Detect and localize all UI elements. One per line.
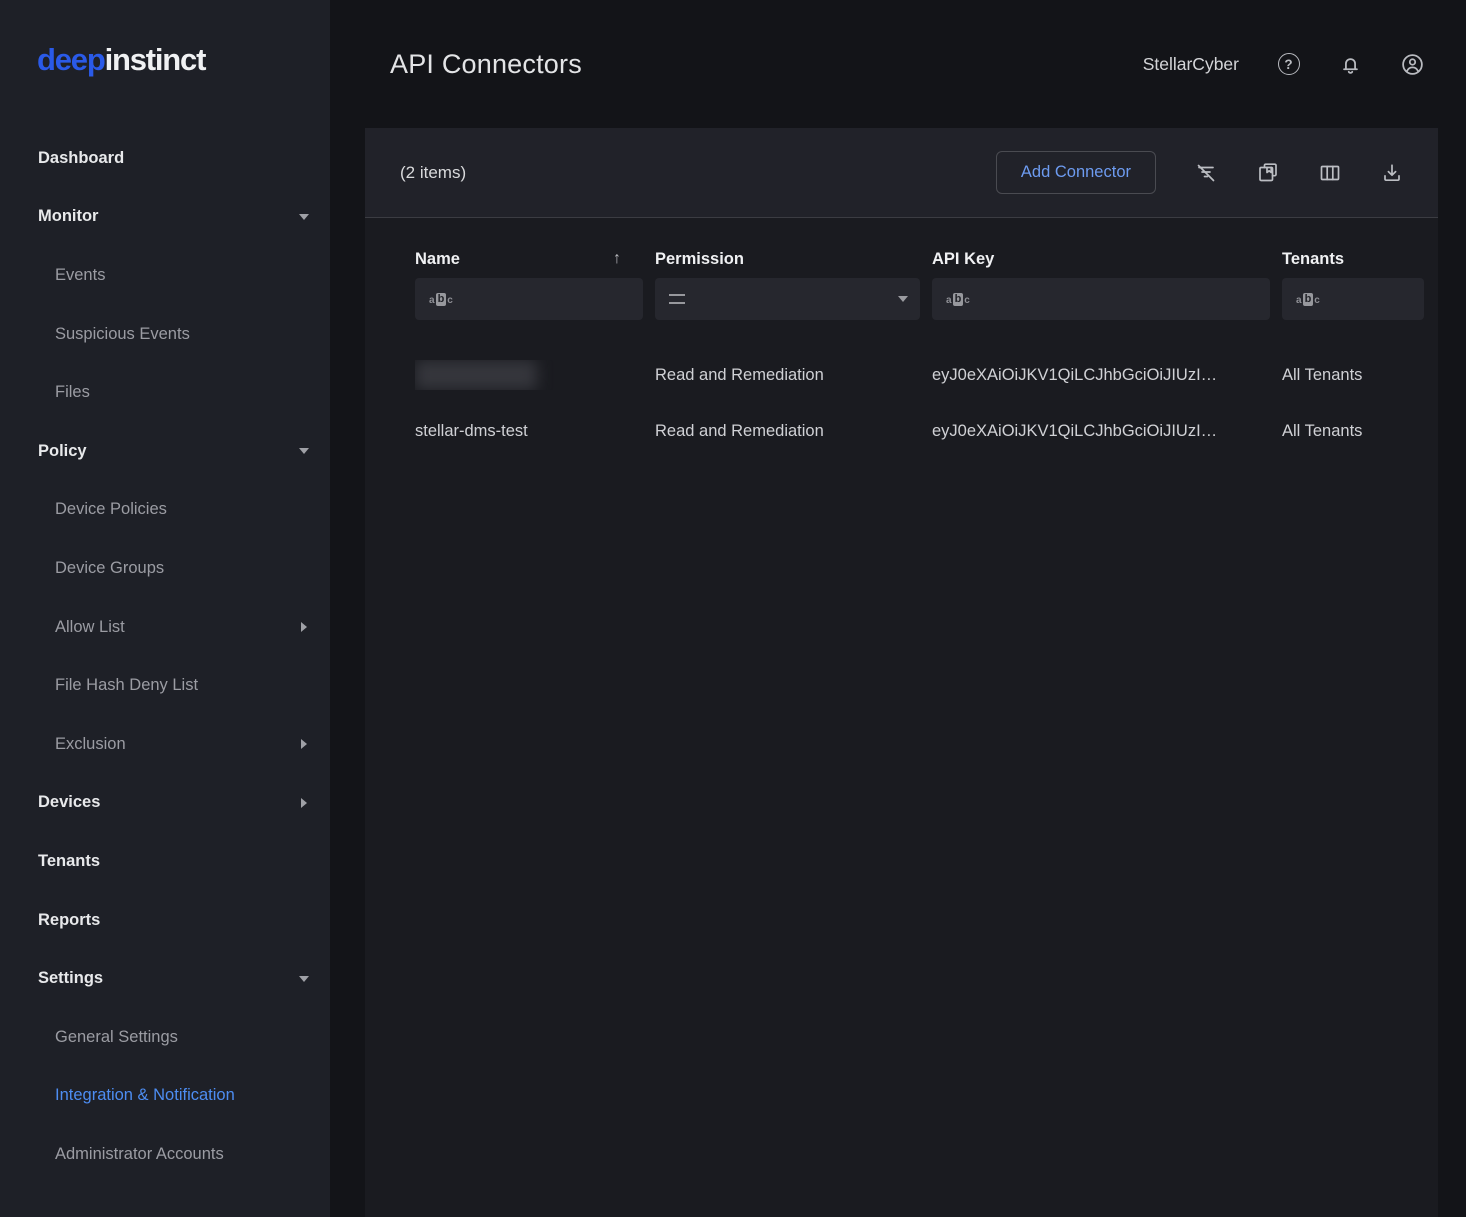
- column-header-name[interactable]: Name ↑: [415, 250, 643, 269]
- sidebar-item-general-settings[interactable]: General Settings: [0, 1008, 330, 1067]
- sidebar-item-label: Events: [55, 266, 105, 285]
- sidebar-item-label: Device Policies: [55, 500, 167, 519]
- toolbar-actions: Add Connector: [996, 151, 1404, 194]
- account-icon[interactable]: [1400, 52, 1425, 77]
- cell-name: stellar-dms-test: [415, 422, 643, 441]
- filter-off-icon[interactable]: [1194, 161, 1218, 185]
- items-count: (2 items): [400, 163, 466, 183]
- sidebar-nav: Dashboard Monitor Events Suspicious Even…: [0, 129, 330, 1184]
- help-icon[interactable]: ?: [1276, 52, 1301, 77]
- page-title: API Connectors: [390, 49, 582, 80]
- cell-tenants: All Tenants: [1282, 422, 1424, 441]
- sidebar-item-label: Monitor: [38, 207, 98, 226]
- table-body: Read and Remediation eyJ0eXAiOiJKV1QiLCJ…: [415, 347, 1425, 459]
- sidebar-item-allow-list[interactable]: Allow List: [0, 598, 330, 657]
- chevron-right-icon: [301, 622, 307, 632]
- cell-api-key: eyJ0eXAiOiJKV1QiLCJhbGciOiJIUzI…: [932, 422, 1270, 441]
- table-row[interactable]: stellar-dms-test Read and Remediation ey…: [415, 403, 1425, 459]
- text-contains-icon: abc: [946, 293, 970, 306]
- column-label: Permission: [655, 250, 744, 269]
- sidebar-item-label: Device Groups: [55, 559, 164, 578]
- sidebar-item-label: Suspicious Events: [55, 325, 190, 344]
- sidebar-item-label: Tenants: [38, 852, 100, 871]
- cell-name: [415, 360, 643, 390]
- sidebar-item-label: Integration & Notification: [55, 1086, 235, 1105]
- account-name: StellarCyber: [1143, 54, 1239, 75]
- sidebar-item-events[interactable]: Events: [0, 246, 330, 305]
- chevron-down-icon: [898, 296, 908, 302]
- text-contains-icon: abc: [429, 293, 453, 306]
- top-header: API Connectors StellarCyber ?: [330, 0, 1466, 128]
- logo-instinct: instinct: [105, 42, 206, 77]
- chevron-down-icon: [299, 214, 309, 220]
- sidebar-item-dashboard[interactable]: Dashboard: [0, 129, 330, 188]
- header-actions: StellarCyber ?: [1143, 52, 1466, 77]
- sidebar-item-label: Reports: [38, 911, 100, 930]
- sidebar-item-tenants[interactable]: Tenants: [0, 832, 330, 891]
- column-header-api-key[interactable]: API Key: [932, 250, 1270, 269]
- saved-views-icon[interactable]: [1256, 161, 1280, 185]
- chevron-right-icon: [301, 798, 307, 808]
- cell-permission: Read and Remediation: [655, 422, 920, 441]
- sidebar: deepinstinct Dashboard Monitor Events Su…: [0, 0, 330, 1217]
- columns-icon[interactable]: [1318, 161, 1342, 185]
- column-label: Name: [415, 250, 460, 269]
- cell-tenants: All Tenants: [1282, 366, 1424, 385]
- chevron-down-icon: [299, 448, 309, 454]
- equals-icon: [669, 294, 685, 304]
- sidebar-item-reports[interactable]: Reports: [0, 891, 330, 950]
- table-filter-row: abc abc abc: [415, 278, 1425, 320]
- logo-deep: deep: [37, 42, 105, 77]
- sidebar-item-label: Exclusion: [55, 735, 126, 754]
- sidebar-item-devices[interactable]: Devices: [0, 774, 330, 833]
- connectors-table: Name ↑ Permission API Key Tenants abc: [365, 218, 1438, 459]
- sidebar-item-exclusion[interactable]: Exclusion: [0, 715, 330, 774]
- column-label: Tenants: [1282, 250, 1344, 269]
- chevron-right-icon: [301, 739, 307, 749]
- sidebar-item-label: Settings: [38, 969, 103, 988]
- sidebar-item-suspicious-events[interactable]: Suspicious Events: [0, 305, 330, 364]
- cell-api-key: eyJ0eXAiOiJKV1QiLCJhbGciOiJIUzI…: [932, 366, 1270, 385]
- column-header-permission[interactable]: Permission: [655, 250, 920, 269]
- sidebar-item-label: Dashboard: [38, 149, 124, 168]
- sidebar-item-label: File Hash Deny List: [55, 676, 198, 695]
- column-label: API Key: [932, 250, 994, 269]
- api-connectors-panel: (2 items) Add Connector: [365, 128, 1438, 1217]
- chevron-down-icon: [299, 976, 309, 982]
- sidebar-item-administrator-accounts[interactable]: Administrator Accounts: [0, 1125, 330, 1184]
- sidebar-item-device-groups[interactable]: Device Groups: [0, 539, 330, 598]
- deep-instinct-logo[interactable]: deepinstinct: [37, 42, 205, 78]
- permission-filter-select[interactable]: [655, 278, 920, 320]
- redacted-name: [415, 360, 537, 390]
- sidebar-item-integration-notification[interactable]: Integration & Notification: [0, 1067, 330, 1126]
- sidebar-item-monitor[interactable]: Monitor: [0, 188, 330, 247]
- sidebar-item-label: Files: [55, 383, 90, 402]
- sidebar-item-device-policies[interactable]: Device Policies: [0, 481, 330, 540]
- add-connector-button[interactable]: Add Connector: [996, 151, 1156, 194]
- api-key-filter-input[interactable]: abc: [932, 278, 1270, 320]
- sort-ascending-icon[interactable]: ↑: [613, 250, 621, 268]
- sidebar-item-label: Policy: [38, 442, 87, 461]
- sidebar-item-settings[interactable]: Settings: [0, 949, 330, 1008]
- sidebar-item-label: Allow List: [55, 618, 125, 637]
- sidebar-item-file-hash-deny-list[interactable]: File Hash Deny List: [0, 656, 330, 715]
- name-filter-input[interactable]: abc: [415, 278, 643, 320]
- sidebar-item-files[interactable]: Files: [0, 363, 330, 422]
- table-header-row: Name ↑ Permission API Key Tenants: [415, 218, 1425, 278]
- text-contains-icon: abc: [1296, 293, 1320, 306]
- table-toolbar: (2 items) Add Connector: [365, 128, 1438, 218]
- sidebar-item-policy[interactable]: Policy: [0, 422, 330, 481]
- table-row[interactable]: Read and Remediation eyJ0eXAiOiJKV1QiLCJ…: [415, 347, 1425, 403]
- sidebar-item-label: Administrator Accounts: [55, 1145, 224, 1164]
- tenants-filter-input[interactable]: abc: [1282, 278, 1424, 320]
- column-header-tenants[interactable]: Tenants: [1282, 250, 1424, 269]
- notifications-bell-icon[interactable]: [1338, 52, 1363, 77]
- sidebar-item-label: Devices: [38, 793, 100, 812]
- export-download-icon[interactable]: [1380, 161, 1404, 185]
- cell-permission: Read and Remediation: [655, 366, 920, 385]
- sidebar-item-label: General Settings: [55, 1028, 178, 1047]
